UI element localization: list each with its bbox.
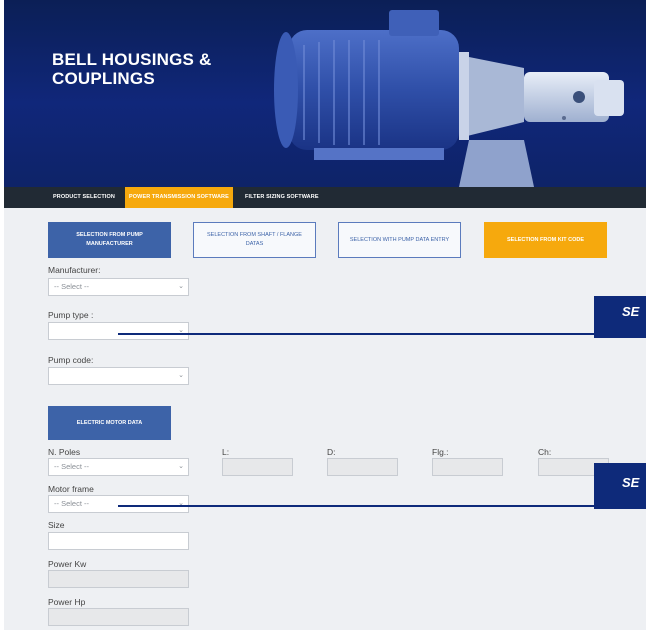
size-label: Size (48, 520, 65, 530)
chevron-down-icon: ⌄ (178, 372, 184, 379)
callout-text-2: SE (622, 475, 640, 490)
manufacturer-label: Manufacturer: (48, 265, 101, 275)
dim-l-input[interactable] (222, 458, 293, 476)
motor-frame-select[interactable]: -- Select -- ⌄ (48, 495, 189, 513)
n-poles-label: N. Poles (48, 447, 81, 457)
size-input[interactable] (48, 532, 189, 550)
pump-code-label: Pump code: (48, 355, 94, 365)
dim-d-input[interactable] (327, 458, 398, 476)
dim-flg-input[interactable] (432, 458, 503, 476)
selection-from-shaft-flange-button[interactable]: SELECTION FROM SHAFT / FLANGE DATAS (193, 222, 316, 258)
nav-power-transmission-software[interactable]: POWER TRANSMISSION SOFTWARE (125, 187, 233, 208)
power-hp-input[interactable] (48, 608, 189, 626)
chevron-down-icon: ⌄ (178, 327, 184, 334)
chevron-down-icon: ⌄ (178, 500, 184, 507)
selection-from-kit-code-button[interactable]: SELECTION FROM KIT CODE (484, 222, 607, 258)
chevron-down-icon: ⌄ (178, 463, 184, 470)
motor-frame-label: Motor frame (48, 484, 94, 494)
nav-filter-sizing-software[interactable]: FILTER SIZING SOFTWARE (245, 187, 319, 208)
pump-type-select[interactable]: ⌄ (48, 322, 189, 340)
motor-frame-select-value: -- Select -- (54, 499, 90, 508)
electric-motor-data-button[interactable]: ELECTRIC MOTOR DATA (48, 406, 171, 440)
motor-pump-illustration (274, 10, 624, 187)
hero-banner: BELL HOUSINGS & COUPLINGS (4, 0, 646, 187)
chevron-down-icon: ⌄ (178, 283, 184, 290)
pump-code-select[interactable]: ⌄ (48, 367, 189, 385)
callout-connector-line (118, 333, 594, 335)
power-hp-label: Power Hp (48, 597, 86, 607)
hero-title: BELL HOUSINGS & COUPLINGS (52, 50, 212, 88)
callout-text-1: SE (622, 304, 640, 319)
dim-ch-label: Ch: (538, 447, 552, 457)
selection-from-pump-manufacturer-button[interactable]: SELECTION FROM PUMP MANUFACTURER (48, 222, 171, 258)
callout-connector-line (118, 505, 594, 507)
power-kw-input[interactable] (48, 570, 189, 588)
pump-type-label: Pump type : (48, 310, 94, 320)
dim-l-label: L: (222, 447, 230, 457)
manufacturer-select[interactable]: -- Select -- ⌄ (48, 278, 189, 296)
power-kw-label: Power Kw (48, 559, 87, 569)
dim-d-label: D: (327, 447, 336, 457)
top-nav: PRODUCT SELECTION POWER TRANSMISSION SOF… (4, 187, 646, 208)
n-poles-select-value: -- Select -- (54, 462, 90, 471)
nav-product-selection[interactable]: PRODUCT SELECTION (53, 187, 115, 208)
page: BELL HOUSINGS & COUPLINGS PRODUCT SELECT… (0, 0, 646, 630)
manufacturer-select-value: -- Select -- (54, 282, 90, 291)
selection-with-pump-data-entry-button[interactable]: SELECTION WITH PUMP DATA ENTRY (338, 222, 461, 258)
n-poles-select[interactable]: -- Select -- ⌄ (48, 458, 189, 476)
dim-flg-label: Flg.: (432, 447, 449, 457)
